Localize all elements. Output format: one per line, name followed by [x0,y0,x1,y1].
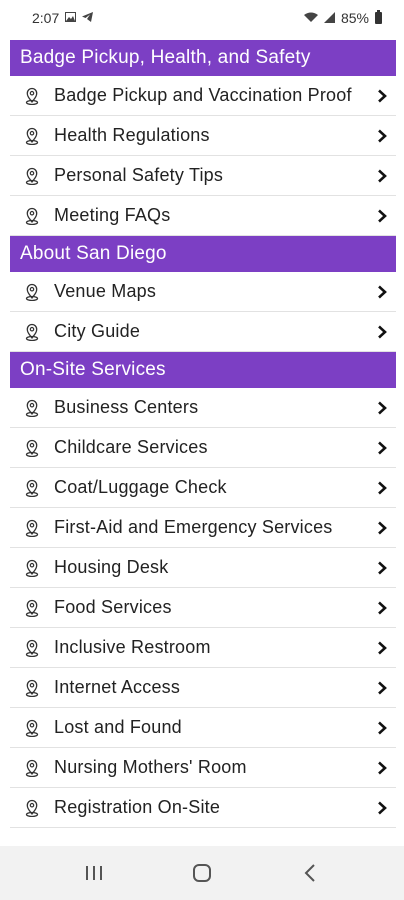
chevron-right-icon [368,521,396,535]
chevron-right-icon [368,561,396,575]
list-item-label: Inclusive Restroom [54,637,211,657]
list-item-label: Coat/Luggage Check [54,477,227,497]
status-left: 2:07 [32,10,94,26]
list-item[interactable]: Registration On-Site [10,788,396,828]
list-item-label: Health Regulations [54,125,210,145]
chevron-right-icon [368,129,396,143]
list-item-label: Meeting FAQs [54,205,171,225]
list-item[interactable]: Childcare Services [10,428,396,468]
list-item-label: First-Aid and Emergency Services [54,517,333,537]
list-item[interactable]: Food Services [10,588,396,628]
chevron-right-icon [368,169,396,183]
map-pin-icon [10,799,54,817]
list-item-label: Lost and Found [54,717,182,737]
list-item-label: Nursing Mothers' Room [54,757,247,777]
menu-list[interactable]: Badge Pickup, Health, and Safety Badge Pi… [10,40,396,846]
list-item[interactable]: Meeting FAQs [10,196,396,236]
map-pin-icon [10,719,54,737]
recent-apps-icon[interactable] [64,853,124,893]
map-pin-icon [10,639,54,657]
signal-icon [323,11,335,25]
list-item[interactable]: Business Centers [10,388,396,428]
map-pin-icon [10,559,54,577]
map-pin-icon [10,323,54,341]
chevron-right-icon [368,401,396,415]
chevron-right-icon [368,801,396,815]
list-item[interactable]: Health Regulations [10,116,396,156]
image-icon [65,12,77,24]
list-item[interactable]: First-Aid and Emergency Services [10,508,396,548]
map-pin-icon [10,599,54,617]
chevron-right-icon [368,89,396,103]
list-item-label: Food Services [54,597,172,617]
list-item[interactable]: Personal Safety Tips [10,156,396,196]
home-icon[interactable] [172,853,232,893]
list-item[interactable]: Housing Desk [10,548,396,588]
chevron-right-icon [368,681,396,695]
battery-percent: 85% [340,10,369,26]
app-screen: 2:07 85% Badge Pickup, Health, and Safet… [0,0,404,900]
list-item-label: Registration On-Site [54,797,221,817]
list-item[interactable]: City Guide [10,312,396,352]
wifi-icon [303,12,318,25]
chevron-right-icon [368,601,396,615]
chevron-right-icon [368,721,396,735]
chevron-right-icon [368,641,396,655]
battery-icon [375,10,382,24]
list-item-label: Personal Safety Tips [54,165,224,185]
list-item[interactable]: Nursing Mothers' Room [10,748,396,788]
map-pin-icon [10,87,54,105]
map-pin-icon [10,679,54,697]
section-header: On-Site Services [10,352,396,388]
status-time: 2:07 [32,10,60,26]
map-pin-icon [10,283,54,301]
list-item[interactable]: Inclusive Restroom [10,628,396,668]
list-item-label: City Guide [54,321,141,341]
list-item[interactable]: Venue Maps [10,272,396,312]
chevron-right-icon [368,285,396,299]
map-pin-icon [10,207,54,225]
list-item[interactable]: Internet Access [10,668,396,708]
list-item-label: Childcare Services [54,437,208,457]
map-pin-icon [10,759,54,777]
list-item[interactable]: Badge Pickup and Vaccination Proof [10,76,396,116]
list-item[interactable]: Coat/Luggage Check [10,468,396,508]
list-item-label: Internet Access [54,677,181,697]
back-icon[interactable] [280,853,340,893]
list-item-label: Business Centers [54,397,199,417]
map-pin-icon [10,399,54,417]
map-pin-icon [10,519,54,537]
map-pin-icon [10,167,54,185]
list-item-label: Housing Desk [54,557,169,577]
chevron-right-icon [368,325,396,339]
list-item-label: Badge Pickup and Vaccination Proof [54,85,352,105]
section-header: About San Diego [10,236,396,272]
map-pin-icon [10,127,54,145]
chevron-right-icon [368,481,396,495]
chevron-right-icon [368,441,396,455]
navigation-bar [0,846,404,900]
map-pin-icon [10,439,54,457]
status-right: 85% [303,10,382,26]
section-header: Badge Pickup, Health, and Safety [10,40,396,76]
list-item[interactable]: Lost and Found [10,708,396,748]
map-pin-icon [10,479,54,497]
list-item-label: Venue Maps [54,281,157,301]
chevron-right-icon [368,209,396,223]
telegram-icon [82,12,94,24]
chevron-right-icon [368,761,396,775]
status-bar: 2:07 85% [0,0,404,36]
